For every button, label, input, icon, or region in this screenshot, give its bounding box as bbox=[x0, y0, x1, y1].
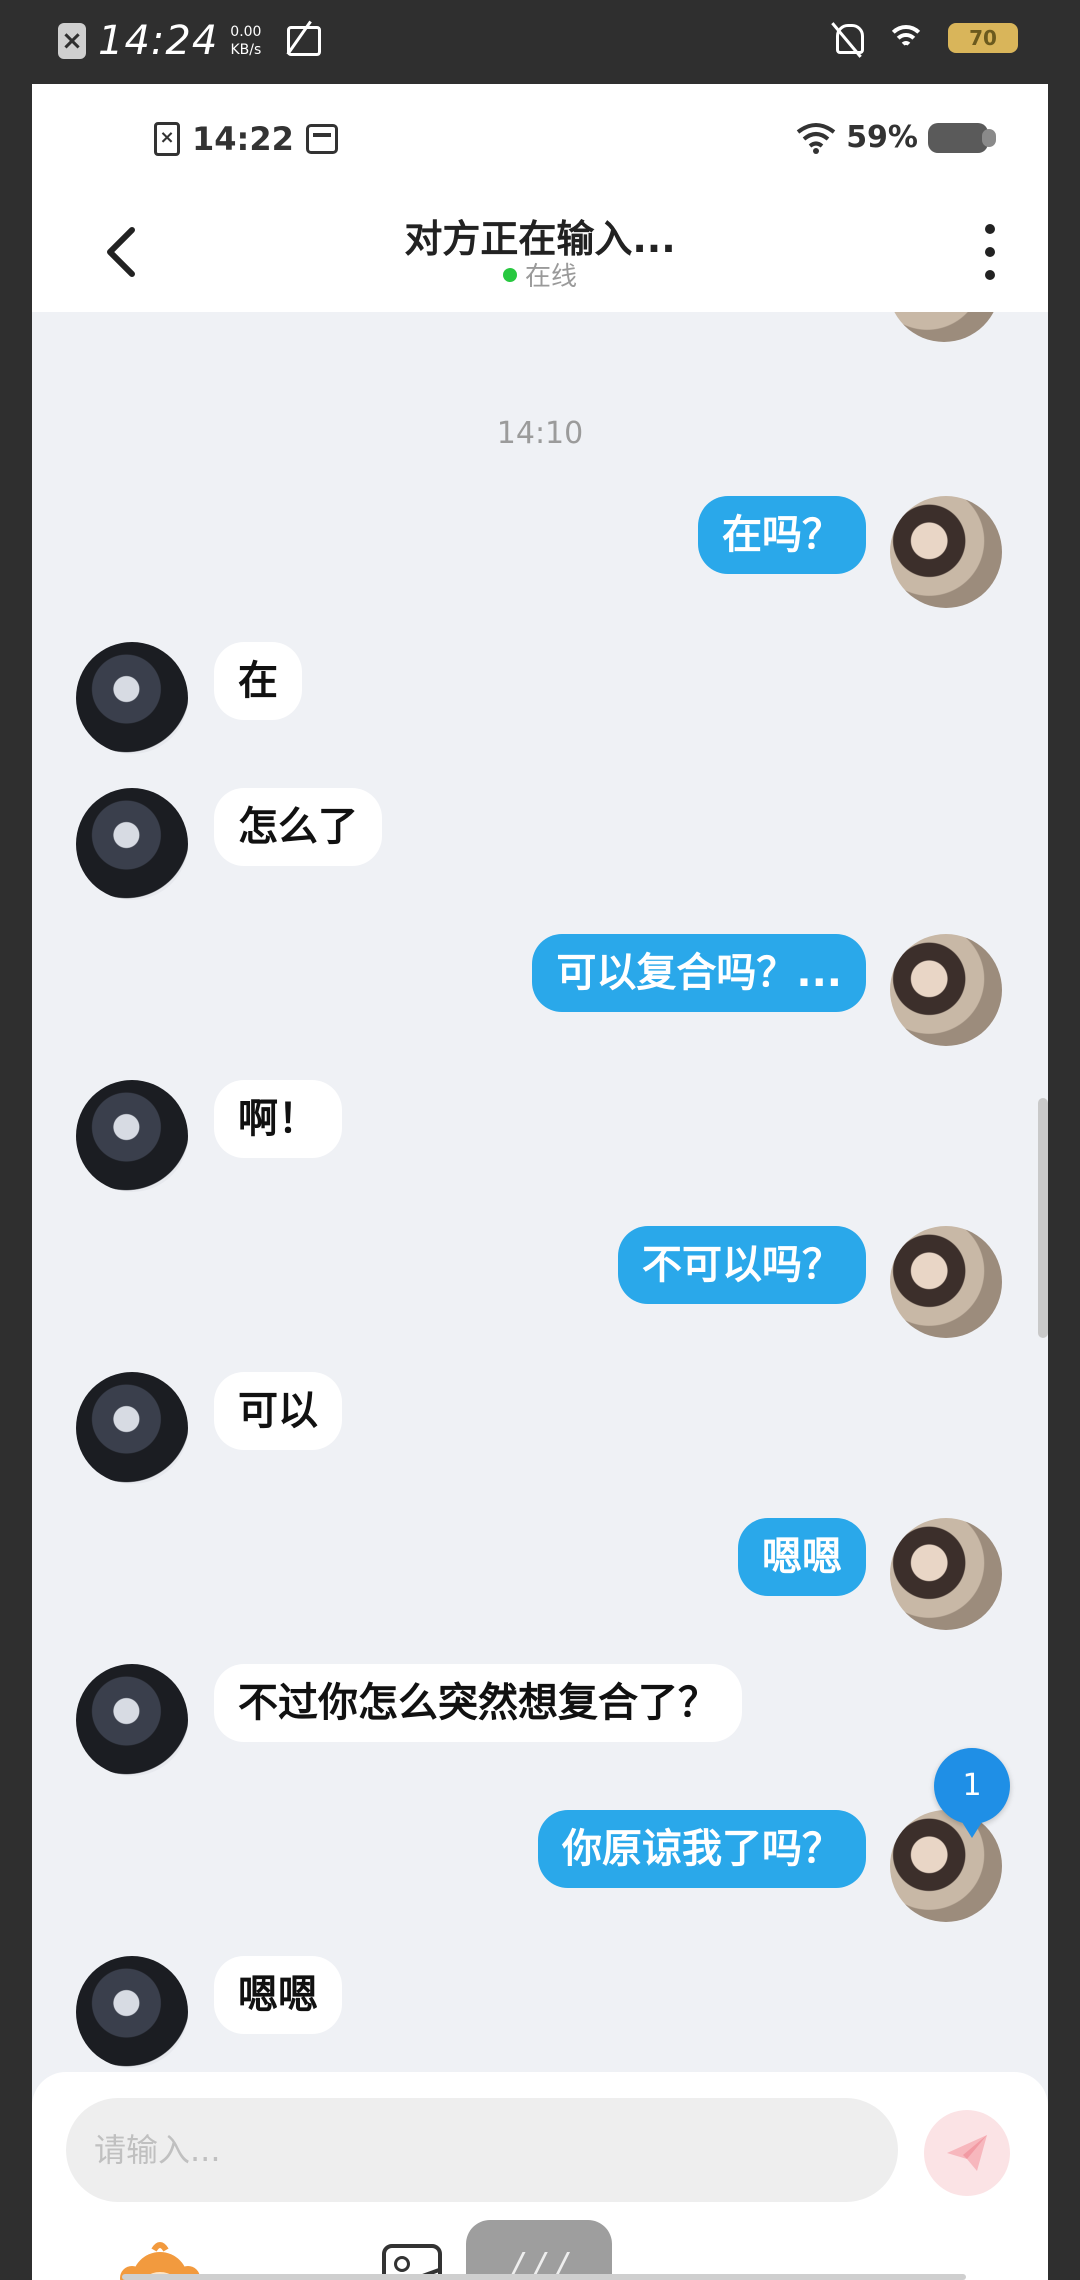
battery-icon bbox=[928, 122, 996, 153]
avatar[interactable] bbox=[890, 496, 1002, 608]
inner-status-bar: × 14:22 59% bbox=[32, 84, 1048, 194]
dot-icon bbox=[985, 270, 995, 280]
online-dot-icon bbox=[502, 267, 517, 282]
inner-status-time: 14:22 bbox=[192, 120, 294, 158]
online-status: 在线 bbox=[32, 256, 1048, 293]
phone-screen: × 14:22 59% 对方正在输入... 在线 14:10 在吗？ 在 怎么了… bbox=[32, 84, 1048, 2280]
net-speed-unit: KB/s bbox=[230, 42, 262, 58]
incoming-message[interactable]: 可以 bbox=[214, 1372, 342, 1450]
paper-plane-icon bbox=[947, 2135, 987, 2171]
incoming-message[interactable]: 不过你怎么突然想复合了？ bbox=[214, 1664, 742, 1742]
close-notification-icon: × bbox=[58, 23, 86, 59]
avatar[interactable] bbox=[76, 788, 188, 900]
wifi-icon bbox=[886, 21, 926, 55]
avatar[interactable] bbox=[888, 312, 1000, 342]
outgoing-message[interactable]: 不可以吗？ bbox=[618, 1226, 866, 1304]
outgoing-message[interactable]: 可以复合吗？... bbox=[532, 934, 866, 1012]
incoming-message[interactable]: 嗯嗯 bbox=[214, 1956, 342, 2034]
net-speed: 0.00 KB/s bbox=[230, 23, 261, 59]
avatar[interactable] bbox=[890, 1518, 1002, 1630]
grey-action-button[interactable]: / / / bbox=[466, 2220, 612, 2280]
chat-header: 对方正在输入... 在线 bbox=[32, 194, 1048, 312]
online-label: 在线 bbox=[524, 262, 577, 292]
avatar[interactable] bbox=[76, 1080, 188, 1192]
wifi-icon bbox=[796, 122, 836, 154]
avatar[interactable] bbox=[76, 1956, 188, 2068]
battery-indicator: 70 bbox=[948, 23, 1018, 53]
dot-icon bbox=[985, 224, 995, 234]
message-input[interactable]: 请输入... bbox=[66, 2098, 898, 2202]
outgoing-message[interactable]: 你原谅我了吗？ bbox=[538, 1810, 866, 1888]
more-options-button[interactable] bbox=[980, 224, 1000, 280]
sim-error-icon: × bbox=[154, 122, 180, 156]
avatar[interactable] bbox=[890, 934, 1002, 1046]
send-button[interactable] bbox=[924, 2110, 1010, 2196]
avatar[interactable] bbox=[890, 1810, 1002, 1922]
outer-status-time: 14:24 bbox=[98, 18, 219, 64]
message-list[interactable]: 14:10 在吗？ 在 怎么了 可以复合吗？... 啊！ 不可以吗？ 可以 嗯嗯… bbox=[32, 312, 1048, 2072]
incoming-message[interactable]: 在 bbox=[214, 642, 302, 720]
avatar[interactable] bbox=[76, 1664, 188, 1776]
page-title: 对方正在输入... bbox=[404, 217, 676, 261]
avatar[interactable] bbox=[76, 642, 188, 754]
avatar[interactable] bbox=[890, 1226, 1002, 1338]
dot-icon bbox=[985, 247, 995, 257]
avatar[interactable] bbox=[76, 1372, 188, 1484]
outer-status-bar: × 14:24 0.00 KB/s 70 bbox=[0, 0, 1080, 84]
input-panel: 请输入... / / / bbox=[32, 2072, 1048, 2280]
time-separator: 14:10 bbox=[496, 416, 584, 451]
battery-percent: 59% bbox=[846, 120, 918, 155]
scrollbar[interactable] bbox=[1038, 1098, 1048, 1338]
outgoing-message[interactable]: 嗯嗯 bbox=[738, 1518, 866, 1596]
mute-bell-icon bbox=[830, 20, 864, 56]
card-icon bbox=[305, 124, 338, 154]
outgoing-message[interactable]: 在吗？ bbox=[698, 496, 866, 574]
screenshot-icon bbox=[287, 26, 322, 56]
incoming-message[interactable]: 啊！ bbox=[214, 1080, 342, 1158]
net-speed-value: 0.00 bbox=[230, 24, 262, 40]
unread-count-badge[interactable]: 1 bbox=[934, 1748, 1010, 1838]
incoming-message[interactable]: 怎么了 bbox=[214, 788, 382, 866]
home-indicator[interactable] bbox=[122, 2274, 966, 2280]
